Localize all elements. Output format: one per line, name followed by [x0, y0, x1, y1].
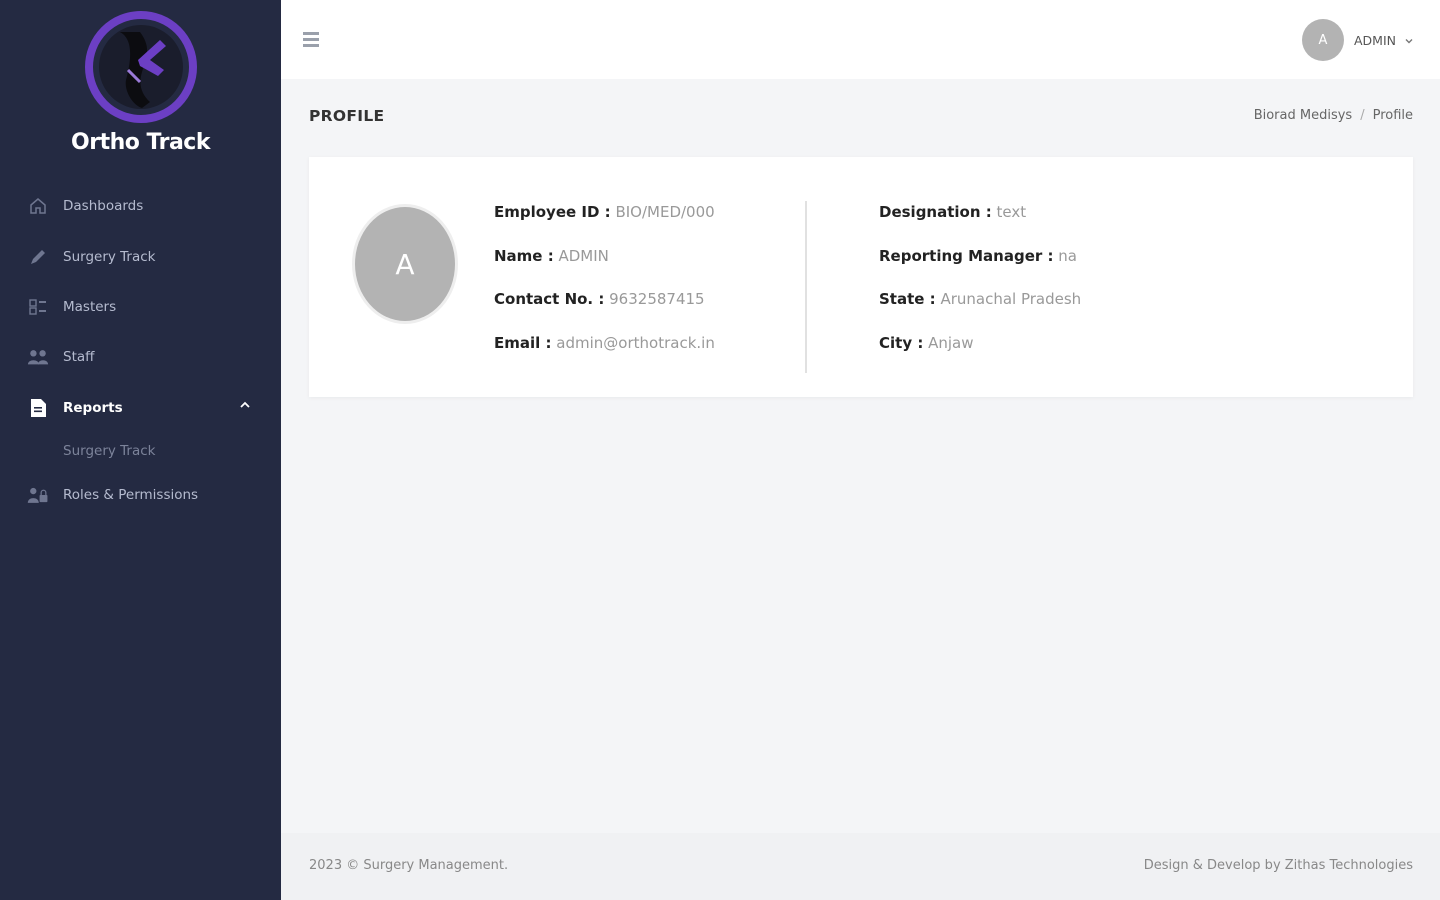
sidebar-item-label: Surgery Track	[63, 249, 156, 265]
state-field: State : Arunachal Pradesh	[879, 290, 1081, 308]
footer: 2023 © Surgery Management. Design & Deve…	[281, 833, 1440, 900]
email-field: Email : admin@orthotrack.in	[494, 334, 715, 352]
document-icon	[27, 397, 49, 419]
field-label: Contact No. :	[494, 290, 605, 308]
field-label: Employee ID :	[494, 203, 611, 221]
grid-list-icon	[27, 296, 49, 318]
menu-toggle-icon[interactable]	[303, 32, 319, 48]
field-label: Designation :	[879, 203, 992, 221]
field-value: na	[1058, 247, 1077, 265]
sidebar-item-roles-permissions[interactable]: Roles & Permissions	[27, 482, 267, 508]
field-label: Reporting Manager :	[879, 247, 1054, 265]
contact-field: Contact No. : 9632587415	[494, 290, 705, 308]
field-label: City :	[879, 334, 924, 352]
user-name: ADMIN	[1354, 32, 1396, 48]
chevron-down-icon	[1404, 31, 1414, 50]
field-label: Name :	[494, 247, 554, 265]
profile-card: A Employee ID : BIO/MED/000 Name : ADMIN…	[309, 157, 1413, 397]
field-value: 9632587415	[609, 290, 705, 308]
sidebar-item-label: Dashboards	[63, 198, 144, 214]
breadcrumb-current: Profile	[1372, 108, 1413, 123]
name-field: Name : ADMIN	[494, 247, 609, 265]
field-label: State :	[879, 290, 936, 308]
logo[interactable]: Ortho Track	[0, 10, 281, 155]
avatar: A	[1302, 19, 1344, 61]
city-field: City : Anjaw	[879, 334, 974, 352]
sidebar-item-label: Staff	[63, 349, 95, 365]
field-label: Email :	[494, 334, 552, 352]
field-value: Anjaw	[928, 334, 974, 352]
sidebar-item-staff[interactable]: Staff	[27, 344, 267, 370]
column-divider	[805, 201, 807, 373]
brand-name: Ortho Track	[71, 130, 210, 155]
chevron-up-icon[interactable]	[239, 399, 251, 415]
reporting-manager-field: Reporting Manager : na	[879, 247, 1077, 265]
sidebar-item-label: Reports	[63, 400, 123, 416]
breadcrumb: Biorad Medisys / Profile	[1254, 108, 1413, 123]
ortho-track-logo-icon	[84, 11, 197, 123]
breadcrumb-home[interactable]: Biorad Medisys	[1254, 108, 1353, 123]
breadcrumb-separator: /	[1360, 108, 1365, 123]
field-value: Arunachal Pradesh	[940, 290, 1082, 308]
field-value: text	[996, 203, 1027, 221]
field-value: BIO/MED/000	[615, 203, 715, 221]
sidebar-item-label: Roles & Permissions	[63, 487, 199, 503]
sidebar-item-masters[interactable]: Masters	[27, 294, 267, 320]
home-icon	[27, 195, 49, 217]
sidebar-item-label: Masters	[63, 299, 117, 315]
footer-credits: Design & Develop by Zithas Technologies	[1143, 858, 1413, 873]
sidebar: Ortho Track Dashboards Surgery Track Mas…	[0, 0, 281, 900]
users-icon	[27, 346, 49, 368]
sidebar-item-reports[interactable]: Reports	[27, 395, 267, 421]
sidebar-item-dashboards[interactable]: Dashboards	[27, 193, 267, 219]
pencil-icon	[27, 246, 49, 268]
topbar: A ADMIN	[281, 0, 1440, 79]
page-title: PROFILE	[309, 107, 385, 125]
footer-copyright: 2023 © Surgery Management.	[309, 858, 509, 873]
field-value: ADMIN	[558, 247, 609, 265]
sidebar-subitem-surgery-track[interactable]: Surgery Track	[63, 443, 155, 459]
user-menu[interactable]: A ADMIN	[1302, 19, 1414, 61]
designation-field: Designation : text	[879, 203, 1026, 221]
profile-avatar: A	[355, 207, 455, 321]
sidebar-item-surgery-track[interactable]: Surgery Track	[27, 244, 267, 270]
field-value: admin@orthotrack.in	[556, 334, 715, 352]
employee-id-field: Employee ID : BIO/MED/000	[494, 203, 715, 221]
user-lock-icon	[27, 484, 49, 506]
